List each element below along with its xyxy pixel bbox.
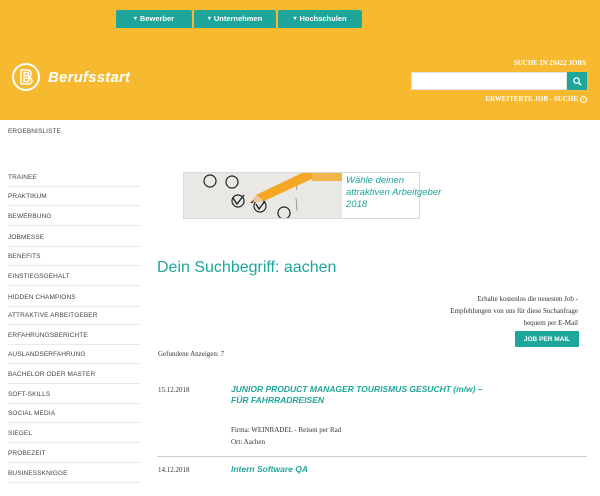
sidebar-divider xyxy=(8,205,140,206)
search-icon xyxy=(572,76,582,86)
advanced-search-label: ERWEITERTE JOB - SUCHE xyxy=(485,95,578,103)
sidebar-item-hidden-champions[interactable]: HIDDEN CHAMPIONS xyxy=(8,294,76,301)
sidebar-divider xyxy=(8,482,140,483)
chevron-down-icon: ▾ xyxy=(207,16,211,22)
sidebar-divider xyxy=(8,306,140,307)
job-alert-text: Erhalte kostenlos die neuesten Job - Emp… xyxy=(388,293,578,329)
sidebar-item-bachelor-oder-master[interactable]: BACHELOR ODER MASTER xyxy=(8,371,95,378)
sidebar-divider xyxy=(8,186,140,187)
tab-label: Unternehmen xyxy=(213,14,263,23)
info-circle-icon: › xyxy=(580,95,587,103)
sidebar-divider xyxy=(8,285,140,286)
banner-text: Wähle deinen attraktiven Arbeitgeber 201… xyxy=(342,173,442,218)
sidebar-divider xyxy=(8,225,140,226)
job-title-line: JUNIOR PRODUCT MANAGER TOURISMUS GESUCHT… xyxy=(231,384,483,394)
site-logo[interactable]: Berufsstart xyxy=(12,63,130,91)
sidebar-item-attraktive-arbeitgeber[interactable]: ATTRAKTIVE ARBEITGEBER xyxy=(8,312,98,319)
sidebar-divider xyxy=(8,442,140,443)
sidebar-item-erfahrungsberichte[interactable]: ERFAHRUNGSBERICHTE xyxy=(8,332,88,339)
sidebar-divider xyxy=(8,344,140,345)
banner-image xyxy=(184,173,342,218)
job-divider xyxy=(157,456,587,457)
tab-hochschulen[interactable]: ▾ Hochschulen xyxy=(278,10,362,28)
sidebar-divider xyxy=(8,383,140,384)
tab-label: Hochschulen xyxy=(299,14,347,23)
job-title-link[interactable]: JUNIOR PRODUCT MANAGER TOURISMUS GESUCHT… xyxy=(231,384,483,406)
page-title: Dein Suchbegriff: aachen xyxy=(157,259,337,276)
job-date: 15.12.2018 xyxy=(158,386,190,394)
sidebar-divider xyxy=(8,422,140,423)
banner-line: attraktiven Arbeitgeber xyxy=(346,187,442,198)
job-location: Ort: Aachen xyxy=(231,438,266,446)
logo-text: Berufsstart xyxy=(48,68,131,86)
sidebar-divider xyxy=(8,246,140,247)
results-count: Gefundene Anzeigen: 7 xyxy=(158,350,225,358)
tab-unternehmen[interactable]: ▾ Unternehmen xyxy=(194,10,276,28)
top-nav-strip: ▾ Bewerber ▾ Unternehmen ▾ Hochschulen xyxy=(0,0,600,28)
banner-line: 2018 xyxy=(346,199,368,210)
chevron-down-icon: ▾ xyxy=(293,16,297,22)
job-title-line: Intern Software QA xyxy=(231,464,308,474)
search-button[interactable] xyxy=(567,72,587,90)
sidebar-item-businessknigge[interactable]: BUSINESSKNIGGE xyxy=(8,470,68,477)
job-date: 14.12.2018 xyxy=(158,466,190,474)
tab-bewerber[interactable]: ▾ Bewerber xyxy=(116,10,192,28)
job-alert-line: bequem per E-Mail xyxy=(523,319,578,327)
sidebar-divider xyxy=(8,462,140,463)
sidebar-item-social-media[interactable]: SOCIAL MEDIA xyxy=(8,410,55,417)
advanced-search-link[interactable]: ERWEITERTE JOB - SUCHE › xyxy=(485,95,587,103)
logo-b-icon xyxy=(12,63,40,91)
job-meta: Firma: WEINRADEL - Reisen per Rad Ort: A… xyxy=(231,424,341,448)
sidebar-item-jobmesse[interactable]: JOBMESSE xyxy=(8,234,44,241)
job-title-link[interactable]: Intern Software QA xyxy=(231,464,308,475)
sidebar-item-soft-skills[interactable]: SOFT-SKILLS xyxy=(8,391,50,398)
job-alert-line: Erhalte kostenlos die neuesten Job - xyxy=(477,295,578,303)
promo-banner[interactable]: Wähle deinen attraktiven Arbeitgeber 201… xyxy=(183,172,442,219)
sidebar-nav: ERGEBNISLISTE TRAINEE PRAKTIKUM BEWERBUN… xyxy=(0,120,148,496)
sidebar-item-benefits[interactable]: BENEFITS xyxy=(8,253,41,260)
chevron-down-icon: ▾ xyxy=(133,16,137,22)
sidebar-item-praktikum[interactable]: PRAKTIKUM xyxy=(8,193,47,200)
search-count-label: SUCHE IN 29422 JOBS xyxy=(513,59,586,67)
sidebar-divider xyxy=(8,324,140,325)
search-input[interactable] xyxy=(411,72,567,90)
banner-line: Wähle deinen xyxy=(346,175,405,186)
tab-label: Bewerber xyxy=(139,14,175,23)
sidebar-item-probezeit[interactable]: PROBEZEIT xyxy=(8,450,46,457)
sidebar-item-bewerbung[interactable]: BEWERBUNG xyxy=(8,213,52,220)
sidebar-divider xyxy=(8,363,140,364)
sidebar-item-ergebnisliste[interactable]: ERGEBNISLISTE xyxy=(8,128,61,135)
search-bar xyxy=(411,72,587,90)
sidebar-item-einstiegsgehalt[interactable]: EINSTIEGSGEHALT xyxy=(8,273,70,280)
sidebar-item-siegel[interactable]: SIEGEL xyxy=(8,430,32,437)
job-per-mail-button[interactable]: JOB PER MAIL xyxy=(515,331,579,347)
top-nav-tabs: ▾ Bewerber ▾ Unternehmen ▾ Hochschulen xyxy=(116,10,362,28)
sidebar-divider xyxy=(8,265,140,266)
job-alert-line: Empfehlungen von uns für diese Suchanfra… xyxy=(450,307,578,315)
sidebar-divider xyxy=(8,403,140,404)
sidebar-item-auslandserfahrung[interactable]: AUSLANDSERFAHRUNG xyxy=(8,351,86,358)
job-title-line: FÜR FAHRRADREISEN xyxy=(231,395,325,405)
sidebar-item-trainee[interactable]: TRAINEE xyxy=(8,174,37,181)
site-header: Berufsstart SUCHE IN 29422 JOBS ERWEITER… xyxy=(0,28,600,120)
job-company: Firma: WEINRADEL - Reisen per Rad xyxy=(231,426,342,434)
